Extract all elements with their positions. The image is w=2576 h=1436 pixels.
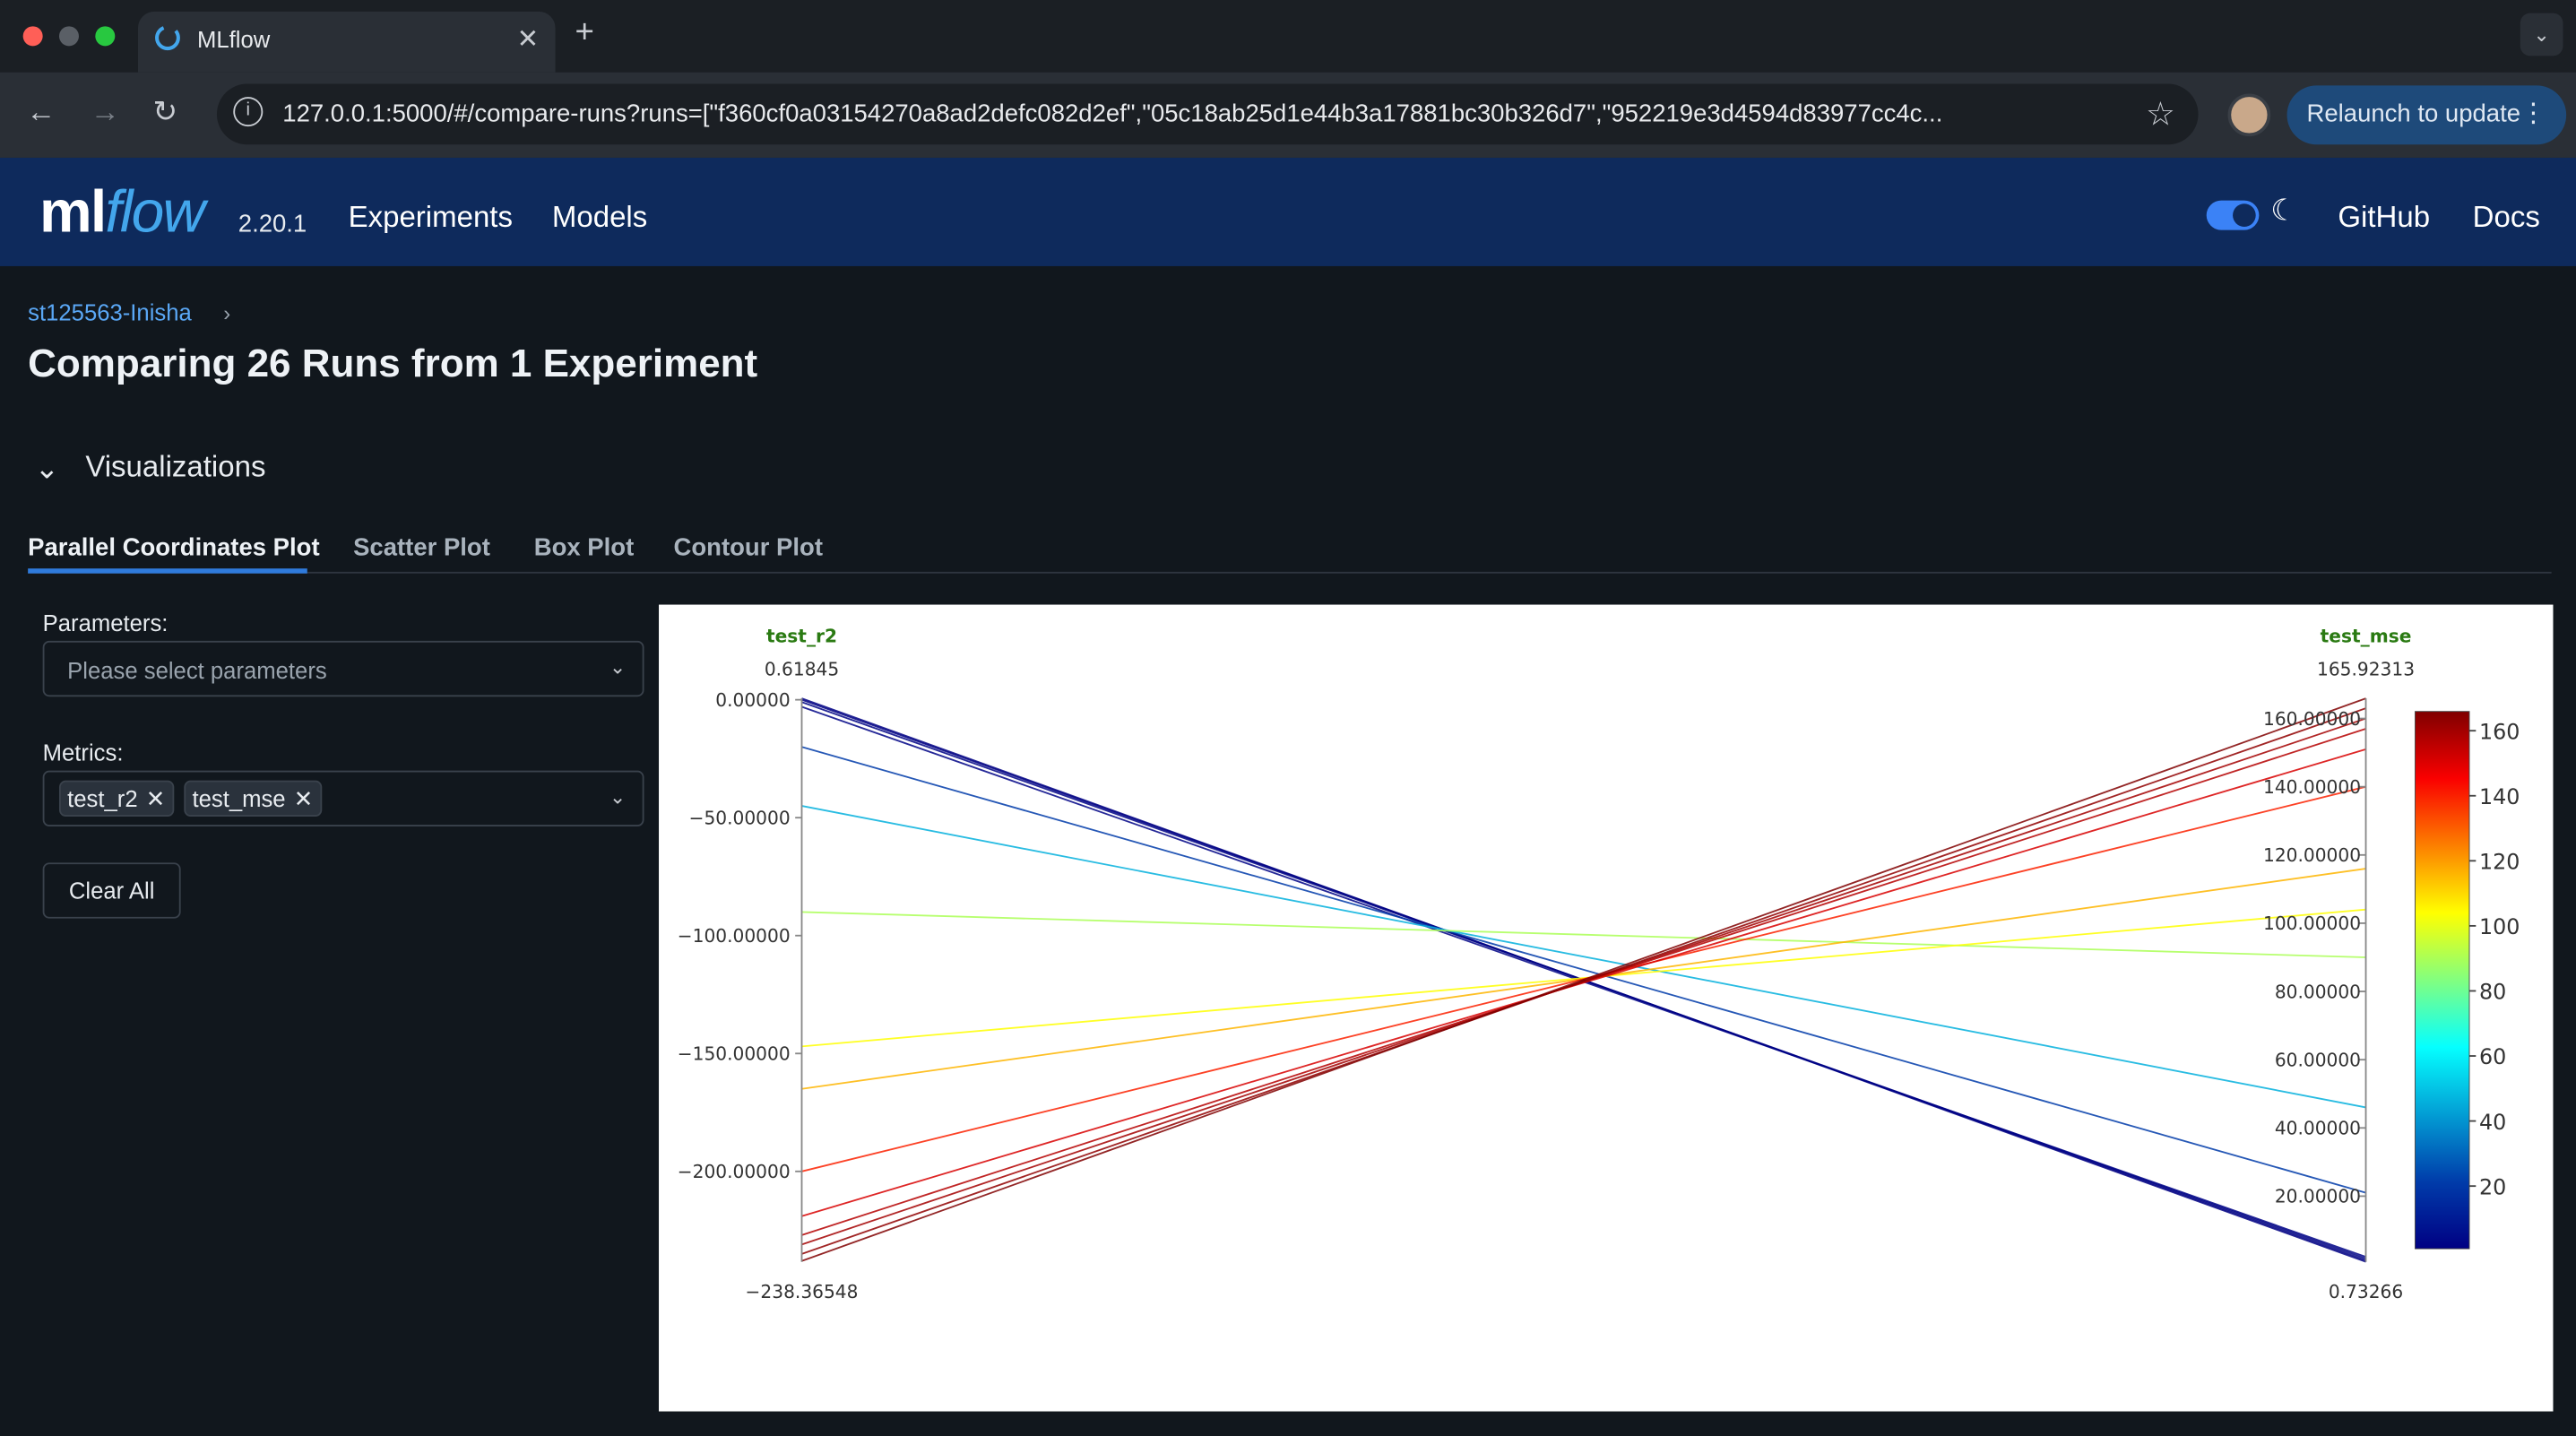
colorbar-tick-label: 140 bbox=[2479, 784, 2520, 809]
logo-flow: flow bbox=[105, 177, 205, 246]
parameters-select[interactable]: Please select parameters ⌄ bbox=[42, 640, 644, 697]
axis-tick-label: −200.00000 bbox=[678, 1161, 791, 1182]
reload-icon[interactable]: ↻ bbox=[152, 95, 177, 129]
colorbar-tick-label: 40 bbox=[2479, 1110, 2506, 1135]
colorbar bbox=[2415, 711, 2470, 1250]
tab-contour-plot[interactable]: Contour Plot bbox=[674, 534, 823, 562]
colorbar-tick-label: 20 bbox=[2479, 1174, 2506, 1199]
address-bar[interactable]: i 127.0.0.1:5000/#/compare-runs?runs=["f… bbox=[216, 83, 2199, 145]
axis-range-max-label: 0.61845 bbox=[765, 658, 839, 679]
run-line bbox=[801, 911, 2366, 958]
parameters-placeholder: Please select parameters bbox=[67, 657, 327, 684]
mlflow-logo[interactable]: mlflow bbox=[39, 177, 205, 247]
site-info-icon[interactable]: i bbox=[233, 97, 264, 127]
parameters-label: Parameters: bbox=[42, 610, 169, 636]
colorbar-tick-label: 80 bbox=[2479, 980, 2506, 1005]
metric-chip-label: test_r2 bbox=[67, 785, 138, 812]
breadcrumb-chevron-icon: › bbox=[223, 300, 231, 325]
clear-all-button[interactable]: Clear All bbox=[42, 862, 181, 919]
nav-docs[interactable]: Docs bbox=[2473, 201, 2540, 235]
metric-chip-label: test_mse bbox=[192, 785, 286, 812]
tab-scatter-plot[interactable]: Scatter Plot bbox=[353, 534, 490, 562]
axis-tick-label: 100.00000 bbox=[2263, 913, 2361, 934]
parallel-coordinates-svg: test_r2 test_mse 0.61845 165.92313 −238.3654… bbox=[678, 626, 2520, 1302]
moon-icon: ☾ bbox=[2270, 194, 2297, 227]
browser-toolbar: ← → ↻ i 127.0.0.1:5000/#/compare-runs?ru… bbox=[0, 72, 2576, 158]
tabs-divider bbox=[28, 571, 2552, 574]
browser-tab[interactable]: MLflow ✕ bbox=[137, 11, 556, 73]
colorbar-tick-label: 120 bbox=[2479, 849, 2520, 874]
metric-chip-test-mse: test_mse ✕ bbox=[184, 780, 322, 817]
breadcrumb-experiment[interactable]: st125563-Inisha bbox=[28, 299, 192, 325]
dark-mode-toggle[interactable] bbox=[2206, 200, 2260, 230]
page-title: Comparing 26 Runs from 1 Experiment bbox=[28, 342, 758, 386]
colorbar-tick-label: 100 bbox=[2479, 914, 2520, 939]
axis-tick-label: 80.00000 bbox=[2275, 981, 2361, 1002]
axis-title: test_r2 bbox=[766, 626, 837, 647]
url-text[interactable]: 127.0.0.1:5000/#/compare-runs?runs=["f36… bbox=[282, 100, 2122, 128]
relaunch-label: Relaunch to update bbox=[2306, 99, 2521, 128]
version-label: 2.20.1 bbox=[238, 210, 307, 238]
chevron-down-icon: ⌄ bbox=[609, 655, 627, 679]
axis-range-min-label: 0.73266 bbox=[2329, 1281, 2403, 1302]
axis-tick-label: 40.00000 bbox=[2275, 1118, 2361, 1139]
axis-tick-label: 20.00000 bbox=[2275, 1186, 2361, 1207]
collapse-chevron-icon[interactable]: ⌄ bbox=[34, 452, 59, 486]
axis-tick-label: 60.00000 bbox=[2275, 1050, 2361, 1071]
bookmark-star-icon[interactable]: ☆ bbox=[2146, 93, 2175, 134]
metric-chip-test-r2: test_r2 ✕ bbox=[58, 780, 174, 817]
axis-tick-label: −100.00000 bbox=[678, 925, 791, 947]
axis-tick-label: 0.00000 bbox=[715, 689, 790, 711]
run-line bbox=[801, 746, 2366, 1194]
metrics-select[interactable]: test_r2 ✕ test_mse ✕ ⌄ bbox=[42, 770, 644, 826]
nav-models[interactable]: Models bbox=[552, 201, 647, 235]
colorbar-tick-label: 160 bbox=[2479, 719, 2520, 744]
profile-avatar[interactable] bbox=[2227, 93, 2271, 137]
section-title[interactable]: Visualizations bbox=[85, 450, 265, 484]
minimize-window-button[interactable] bbox=[58, 26, 79, 47]
axis-tick-label: −150.00000 bbox=[678, 1043, 791, 1065]
nav-experiments[interactable]: Experiments bbox=[349, 201, 513, 235]
browser-tab-bar: MLflow ✕ + ⌄ bbox=[0, 0, 2576, 73]
axis-tick-label: 140.00000 bbox=[2263, 776, 2361, 798]
parallel-coordinates-plot[interactable]: test_r2 test_mse 0.61845 165.92313 −238.3654… bbox=[659, 604, 2554, 1412]
tab-parallel-coordinates[interactable]: Parallel Coordinates Plot bbox=[28, 534, 319, 562]
run-line bbox=[801, 805, 2366, 1109]
axis-tick-label: 120.00000 bbox=[2263, 844, 2361, 866]
close-tab-icon[interactable]: ✕ bbox=[517, 23, 540, 56]
active-tab-indicator bbox=[28, 568, 307, 574]
close-window-button[interactable] bbox=[22, 26, 43, 47]
metrics-label: Metrics: bbox=[42, 739, 124, 766]
axis-tick-label: 160.00000 bbox=[2263, 708, 2361, 730]
mlflow-favicon-icon bbox=[155, 25, 180, 51]
axis-range-min-label: −238.36548 bbox=[746, 1281, 859, 1302]
more-menu-icon[interactable]: ⋮ bbox=[2520, 97, 2546, 130]
remove-chip-icon[interactable]: ✕ bbox=[294, 785, 314, 811]
relaunch-button[interactable]: Relaunch to update ⋮ bbox=[2286, 85, 2567, 145]
remove-chip-icon[interactable]: ✕ bbox=[146, 785, 166, 811]
tab-search-icon[interactable]: ⌄ bbox=[2520, 13, 2563, 56]
back-icon[interactable]: ← bbox=[26, 95, 56, 129]
logo-ml: ml bbox=[39, 177, 107, 246]
tab-title: MLflow bbox=[196, 26, 271, 53]
new-tab-icon[interactable]: + bbox=[575, 14, 594, 52]
axis-tick-label: −50.00000 bbox=[689, 808, 791, 829]
zoom-window-button[interactable] bbox=[95, 26, 116, 47]
tab-box-plot[interactable]: Box Plot bbox=[534, 534, 635, 562]
chevron-down-icon: ⌄ bbox=[609, 785, 627, 809]
axis-range-max-label: 165.92313 bbox=[2317, 658, 2415, 679]
forward-icon[interactable]: → bbox=[91, 95, 120, 129]
nav-github[interactable]: GitHub bbox=[2338, 201, 2430, 235]
mlflow-header: mlflow 2.20.1 Experiments Models ☾ GitHu… bbox=[0, 157, 2576, 266]
axis-title: test_mse bbox=[2321, 626, 2412, 647]
colorbar-tick-label: 60 bbox=[2479, 1044, 2506, 1069]
